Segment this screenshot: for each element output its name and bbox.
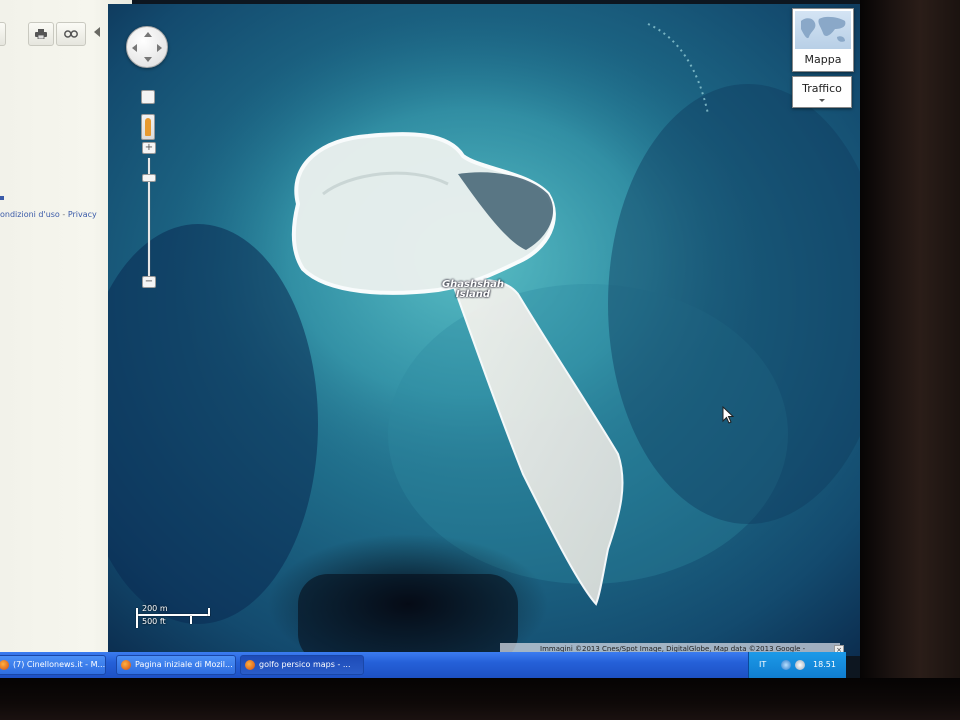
- terms-link[interactable]: ondizioni d'uso: [0, 210, 60, 219]
- world-map-icon: [801, 16, 846, 42]
- scale-imperial-label: 500 ft: [142, 617, 166, 626]
- language-indicator[interactable]: IT: [759, 660, 766, 669]
- scale-tick-left: [136, 608, 138, 628]
- satellite-imagery[interactable]: [108, 4, 860, 656]
- map-type-control[interactable]: Mappa: [792, 8, 854, 72]
- monitor-bezel-bottom: [0, 678, 960, 720]
- traffic-layer-control[interactable]: Traffico: [792, 76, 852, 108]
- scale-line: [136, 614, 210, 616]
- zoom-out-button[interactable]: −: [142, 276, 156, 288]
- scale-metric-label: 200 m: [142, 604, 168, 613]
- traffic-label: Traffico: [802, 82, 842, 95]
- clock[interactable]: 18.51: [813, 660, 836, 669]
- zoom-in-button[interactable]: +: [142, 142, 156, 154]
- pan-down-icon[interactable]: [144, 57, 152, 62]
- scale-tick-right: [208, 608, 210, 616]
- legal-separator: -: [59, 210, 68, 219]
- link-button[interactable]: [56, 22, 86, 46]
- monitor-screen: ondizioni d'uso - Privacy + − Mappa Traf…: [0, 0, 868, 690]
- sidebar-bullet: [0, 196, 4, 200]
- photo-of-monitor: ondizioni d'uso - Privacy + − Mappa Traf…: [0, 0, 960, 720]
- sidebar-button-partial[interactable]: [0, 22, 6, 46]
- pegman-icon[interactable]: [141, 114, 155, 140]
- satellite-map[interactable]: + − Mappa Traffico Ghashshah Island 200 …: [108, 4, 860, 656]
- system-tray: IT 18.51: [748, 652, 846, 678]
- collapse-panel-arrow-icon[interactable]: [94, 27, 100, 37]
- firefox-icon: [245, 660, 255, 670]
- reset-view-button[interactable]: [141, 90, 155, 104]
- pan-control[interactable]: [126, 26, 168, 68]
- monitor-bezel-right: [860, 0, 960, 720]
- taskbar-item-label: golfo persico maps - ...: [259, 660, 351, 669]
- taskbar-item-label: Pagina iniziale di Mozil...: [135, 660, 233, 669]
- pan-right-icon[interactable]: [157, 44, 162, 52]
- sidebar-toolbar: [0, 18, 108, 48]
- chevron-down-icon: [819, 99, 825, 102]
- windows-taskbar: (7) Cinellonews.it - M... Pagina inizial…: [0, 652, 846, 678]
- link-icon: [64, 30, 78, 38]
- taskbar-item[interactable]: (7) Cinellonews.it - M...: [0, 655, 106, 675]
- pan-left-icon[interactable]: [132, 44, 137, 52]
- place-label[interactable]: Ghashshah Island: [438, 280, 508, 300]
- sidebar-legal-links: ondizioni d'uso - Privacy: [0, 210, 97, 219]
- privacy-link[interactable]: Privacy: [68, 210, 97, 219]
- print-button[interactable]: [28, 22, 54, 46]
- mouse-cursor-icon: [722, 406, 734, 424]
- scale-tick-ft: [190, 616, 192, 624]
- pan-up-icon[interactable]: [144, 32, 152, 37]
- firefox-icon: [0, 660, 9, 670]
- place-label-line2: Island: [455, 289, 491, 300]
- taskbar-item-active[interactable]: golfo persico maps - ...: [240, 655, 364, 675]
- firefox-icon: [121, 660, 131, 670]
- map-thumbnail: [795, 11, 851, 49]
- print-icon: [35, 29, 47, 39]
- zoom-slider-handle[interactable]: [142, 174, 156, 182]
- volume-icon[interactable]: [795, 660, 805, 670]
- network-icon[interactable]: [781, 660, 791, 670]
- taskbar-item-label: (7) Cinellonews.it - M...: [13, 660, 106, 669]
- taskbar-item[interactable]: Pagina iniziale di Mozil...: [116, 655, 236, 675]
- map-type-label: Mappa: [804, 53, 842, 66]
- scale-bar: 200 m 500 ft: [134, 604, 214, 630]
